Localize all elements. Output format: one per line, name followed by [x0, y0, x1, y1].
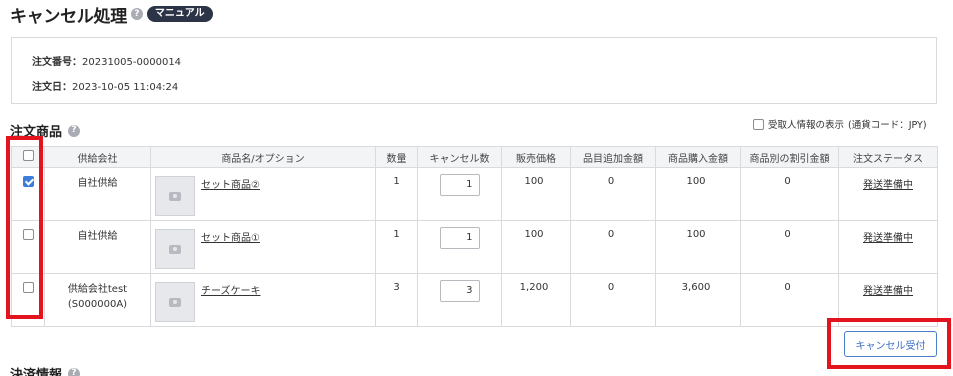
- cancel-quantity-input[interactable]: 1: [439, 174, 480, 196]
- cancel-quantity-input[interactable]: 3: [439, 280, 480, 302]
- option-amount-cell: 0: [570, 220, 656, 274]
- table-row: 供給会社test (S000000A) チーズケーキ 3 3 1,200 0 3,…: [11, 273, 938, 327]
- page-title: キャンセル処理: [10, 6, 127, 27]
- order-number-label: 注文番号：: [32, 57, 82, 68]
- supplier-name: 供給会社test: [67, 284, 128, 295]
- column-header: 商品名/オプション: [150, 146, 376, 168]
- supplier-name: 自社供給: [77, 231, 118, 242]
- purchase-amount-cell: 3,600: [655, 273, 741, 327]
- select-all-cell: [11, 146, 45, 168]
- discount-cell: 0: [740, 220, 839, 274]
- order-date-value: 2023-10-05 11:04:24: [72, 82, 179, 93]
- page-header: キャンセル処理 ? マニュアル: [10, 2, 213, 27]
- quantity-cell: 3: [375, 273, 418, 327]
- recipient-info-checkbox[interactable]: [753, 118, 764, 130]
- discount-cell: 0: [740, 167, 839, 221]
- status-cell: 発送準備中: [838, 273, 938, 327]
- currency-note: (通貨コード：JPY): [848, 120, 927, 131]
- cancel-accept-button[interactable]: キャンセル受付: [844, 331, 937, 357]
- supplier-cell: 供給会社test (S000000A): [44, 273, 151, 327]
- row-checkbox[interactable]: [22, 229, 34, 240]
- product-name-link[interactable]: チーズケーキ: [201, 282, 261, 297]
- product-thumbnail: [155, 282, 195, 322]
- order-number: 注文番号：20231005-0000014: [32, 53, 181, 68]
- column-header: キャンセル数: [417, 146, 502, 168]
- recipient-info-toggle[interactable]: 受取人情報の表示 (通貨コード：JPY): [753, 117, 927, 131]
- row-select-cell: [11, 167, 45, 221]
- product-thumbnail: [155, 176, 195, 216]
- product-cell: セット商品①: [150, 220, 376, 274]
- help-icon[interactable]: ?: [68, 124, 81, 137]
- camera-icon: [169, 244, 181, 254]
- order-items-table: 供給会社 商品名/オプション 数量 キャンセル数 販売価格 品目追加金額 商品購…: [11, 146, 938, 327]
- row-select-cell: [11, 220, 45, 274]
- order-number-value: 20231005-0000014: [82, 57, 182, 68]
- status-link[interactable]: 発送準備中: [863, 180, 913, 191]
- status-link[interactable]: 発送準備中: [863, 286, 913, 297]
- items-section-header: 注文商品 ?: [10, 121, 81, 140]
- supplier-code: (S000000A): [67, 299, 128, 310]
- items-section-title: 注文商品: [10, 125, 63, 140]
- quantity-cell: 1: [375, 167, 418, 221]
- camera-icon: [169, 191, 181, 201]
- table-row: 自社供給 セット商品① 1 1 100 0 100 0 発送準備中: [11, 220, 938, 274]
- supplier-cell: 自社供給: [44, 220, 151, 274]
- payment-section-title: 決済情報: [10, 368, 63, 376]
- quantity-cell: 1: [375, 220, 418, 274]
- table-header-row: 供給会社 商品名/オプション 数量 キャンセル数 販売価格 品目追加金額 商品購…: [11, 146, 938, 168]
- column-header: 品目追加金額: [570, 146, 656, 168]
- column-header: 注文ステータス: [838, 146, 938, 168]
- option-amount-cell: 0: [570, 167, 656, 221]
- row-checkbox[interactable]: [22, 282, 34, 293]
- cancel-qty-cell: 1: [417, 167, 502, 221]
- cancel-quantity-input[interactable]: 1: [439, 227, 480, 249]
- help-icon[interactable]: ?: [68, 367, 81, 376]
- status-cell: 発送準備中: [838, 220, 938, 274]
- help-icon[interactable]: ?: [130, 8, 143, 20]
- select-all-checkbox[interactable]: [22, 150, 34, 161]
- camera-icon: [169, 297, 181, 307]
- product-name-link[interactable]: セット商品①: [201, 229, 260, 244]
- column-header: 数量: [375, 146, 418, 168]
- order-date: 注文日：2023-10-05 11:04:24: [32, 78, 178, 93]
- product-cell: チーズケーキ: [150, 273, 376, 327]
- product-name-link[interactable]: セット商品②: [201, 176, 260, 191]
- product-thumbnail: [155, 229, 195, 269]
- supplier-cell: 自社供給: [44, 167, 151, 221]
- product-cell: セット商品②: [150, 167, 376, 221]
- recipient-info-label: 受取人情報の表示: [768, 120, 845, 131]
- payment-section-header: 決済情報 ?: [10, 364, 81, 376]
- price-cell: 1,200: [501, 273, 571, 327]
- option-amount-cell: 0: [570, 273, 656, 327]
- order-summary-box: 注文番号：20231005-0000014 注文日：2023-10-05 11:…: [11, 37, 937, 104]
- column-header: 供給会社: [44, 146, 151, 168]
- row-select-cell: [11, 273, 45, 327]
- price-cell: 100: [501, 167, 571, 221]
- purchase-amount-cell: 100: [655, 167, 741, 221]
- status-link[interactable]: 発送準備中: [863, 233, 913, 244]
- column-header: 販売価格: [501, 146, 571, 168]
- table-row: 自社供給 セット商品② 1 1 100 0 100 0 発送準備中: [11, 167, 938, 221]
- cancel-qty-cell: 3: [417, 273, 502, 327]
- row-checkbox[interactable]: [22, 176, 34, 187]
- column-header: 商品別の割引金額: [740, 146, 839, 168]
- column-header: 商品購入金額: [655, 146, 741, 168]
- cancel-qty-cell: 1: [417, 220, 502, 274]
- status-cell: 発送準備中: [838, 167, 938, 221]
- order-date-label: 注文日：: [32, 82, 72, 93]
- price-cell: 100: [501, 220, 571, 274]
- discount-cell: 0: [740, 273, 839, 327]
- purchase-amount-cell: 100: [655, 220, 741, 274]
- supplier-name: 自社供給: [77, 178, 118, 189]
- manual-badge[interactable]: マニュアル: [146, 6, 213, 22]
